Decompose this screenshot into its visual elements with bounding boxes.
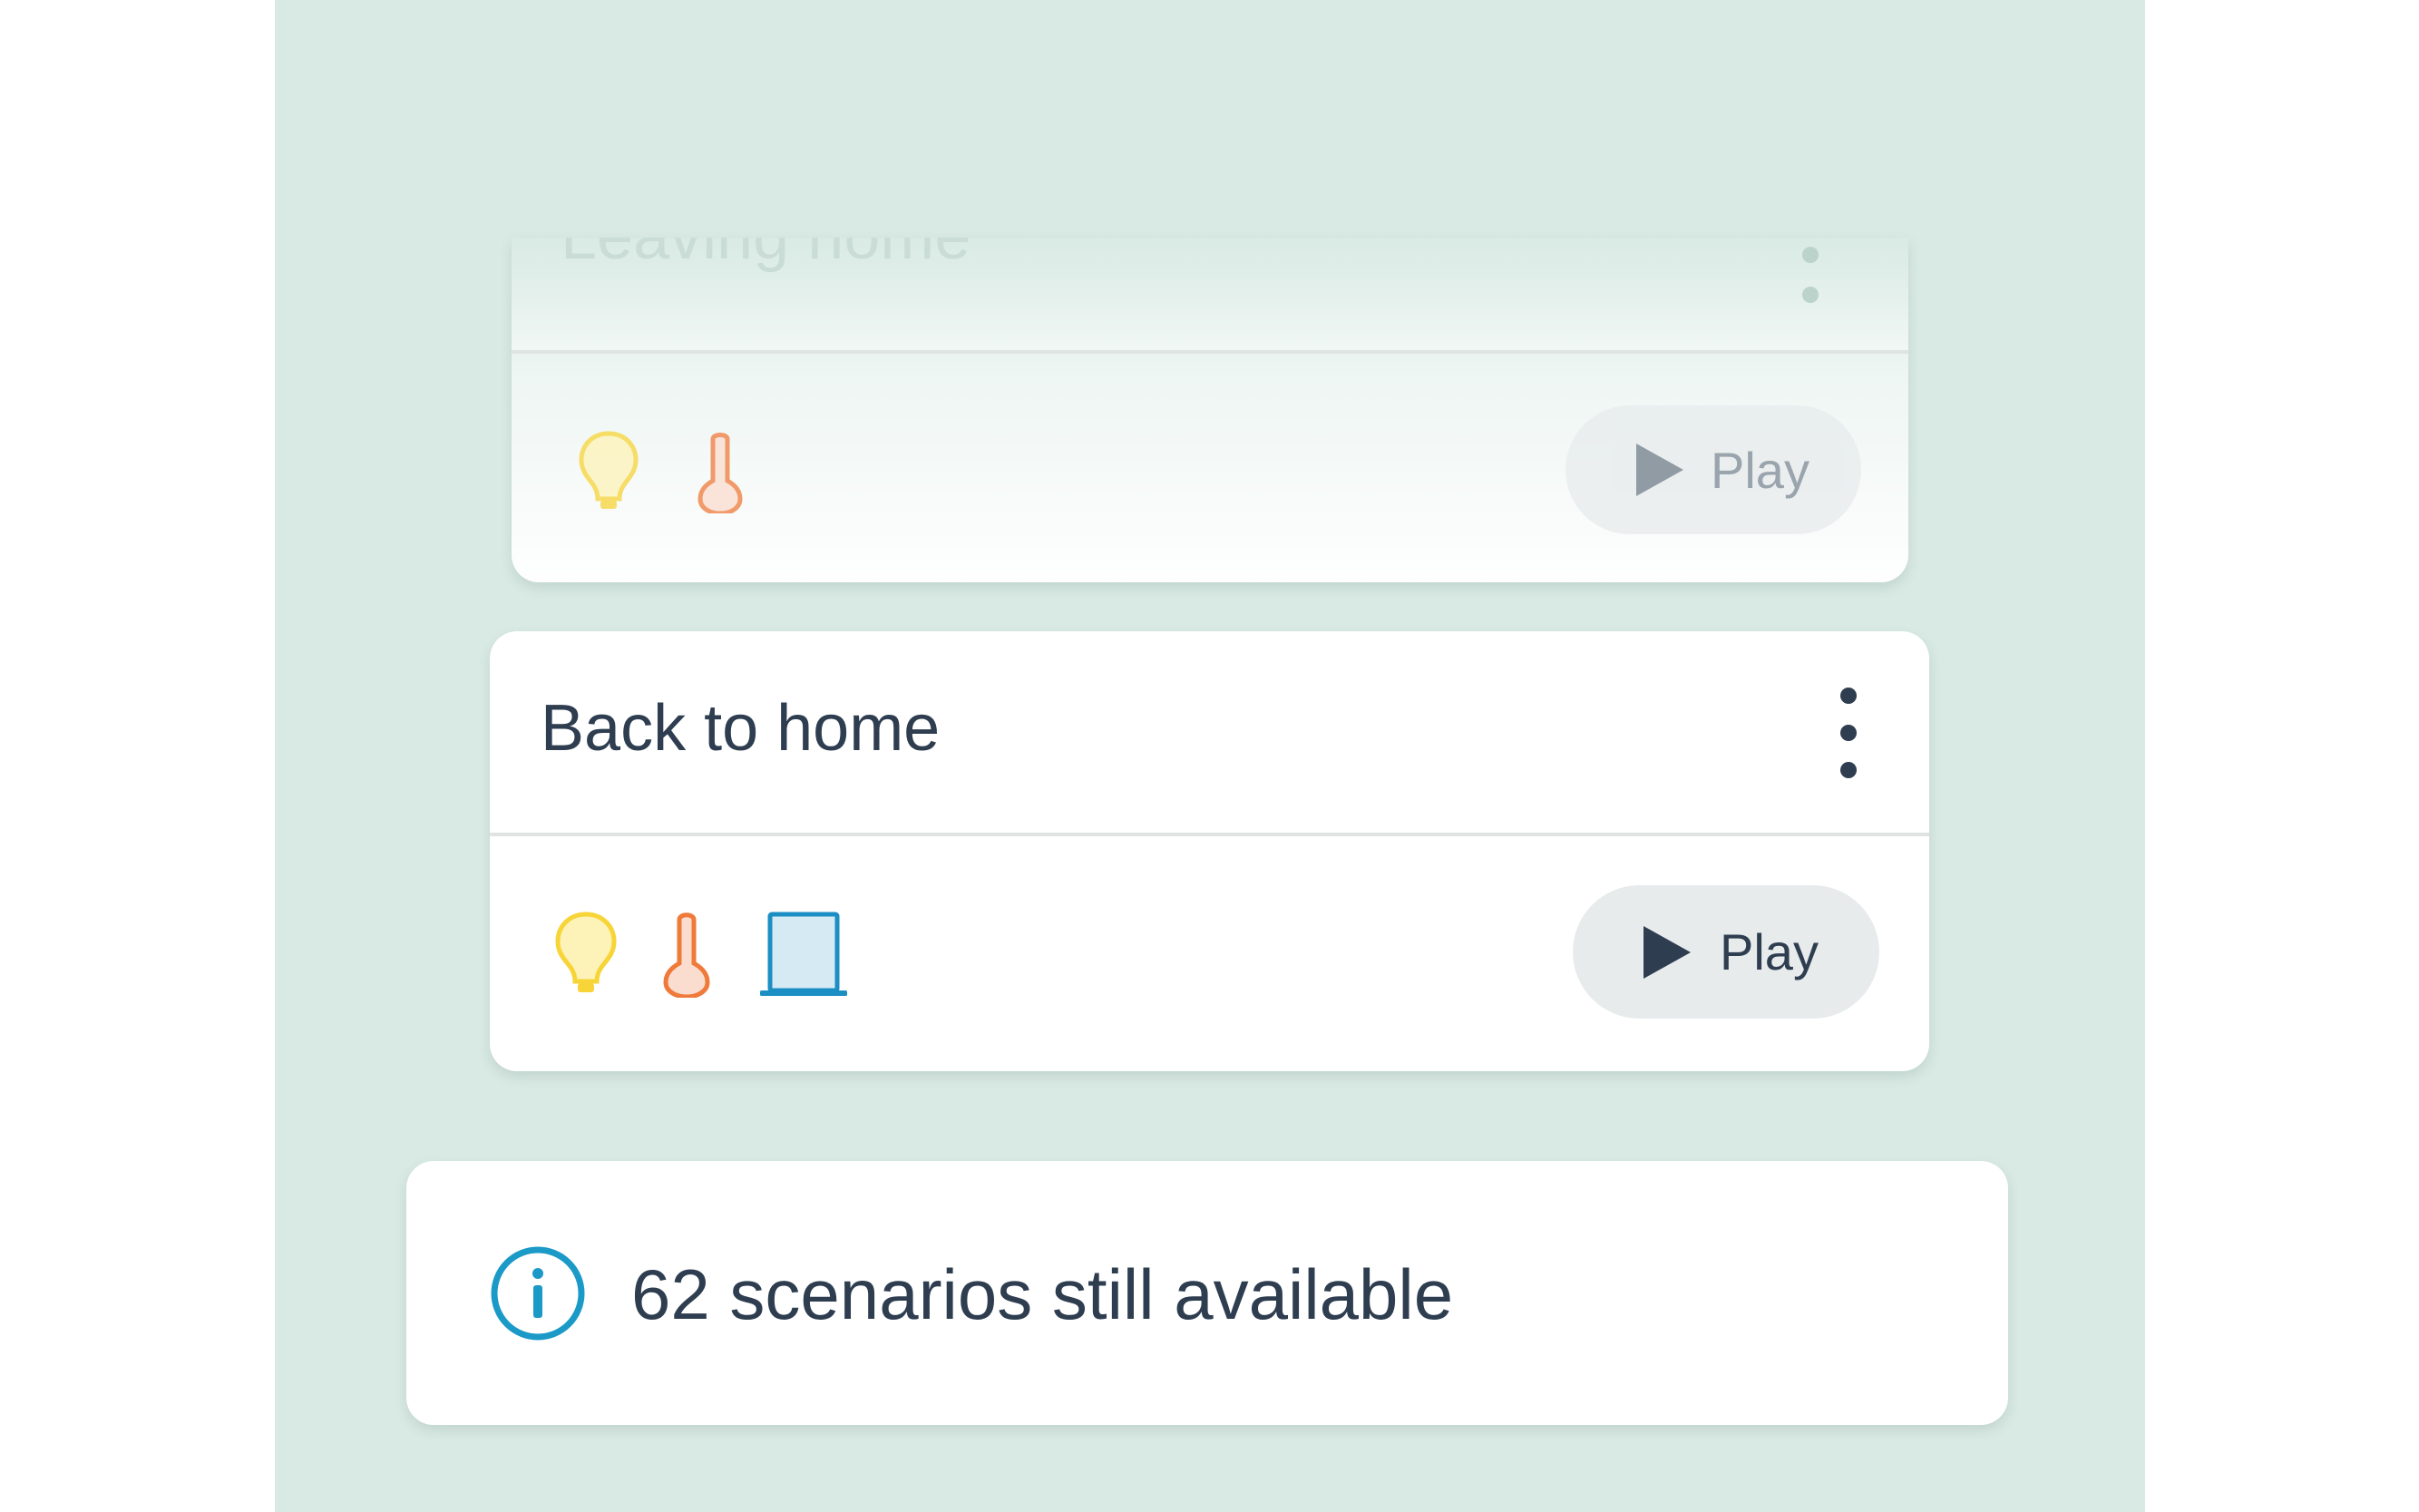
scenario-card-back-to-home[interactable]: Back to home Play xyxy=(490,631,1929,1071)
more-options-icon[interactable] xyxy=(1830,688,1867,778)
scenario-title: Leaving home xyxy=(561,238,971,274)
play-button[interactable]: Play xyxy=(1573,885,1879,1019)
card-divider xyxy=(512,350,1908,354)
scenarios-remaining-banner: 62 scenarios still available xyxy=(406,1161,2008,1425)
scenario-title: Back to home xyxy=(541,692,941,765)
scenario-devices xyxy=(577,430,747,513)
play-label: Play xyxy=(1720,923,1819,980)
shutter-icon xyxy=(760,911,847,998)
thermometer-icon xyxy=(658,911,715,998)
card-divider xyxy=(490,833,1929,836)
scenario-devices xyxy=(553,911,847,998)
thermometer-icon xyxy=(693,430,747,513)
lightbulb-icon xyxy=(577,430,640,513)
lightbulb-icon xyxy=(553,911,619,998)
play-label: Play xyxy=(1711,441,1809,499)
play-icon xyxy=(1636,444,1683,496)
scenario-card-leaving-home[interactable]: Leaving home Play xyxy=(512,238,1908,582)
scenarios-remaining-text: 62 scenarios still available xyxy=(631,1254,1454,1334)
play-icon xyxy=(1644,925,1691,979)
more-options-icon[interactable] xyxy=(1792,247,1829,303)
play-button[interactable]: Play xyxy=(1566,405,1861,534)
info-icon xyxy=(490,1245,586,1345)
